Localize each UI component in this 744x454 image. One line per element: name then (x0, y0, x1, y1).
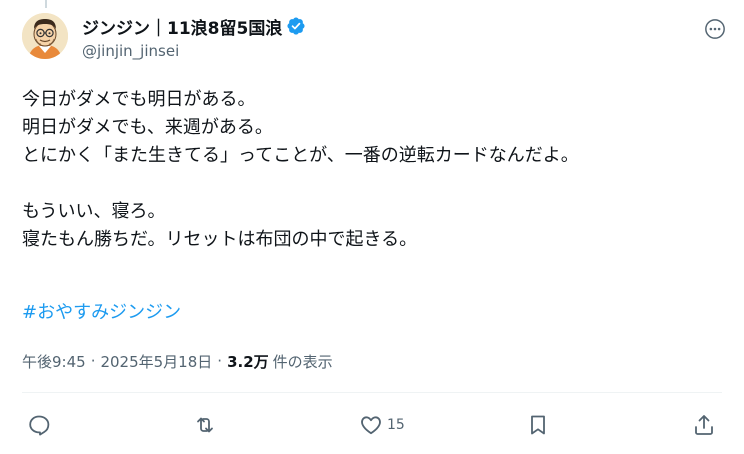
bookmark-icon (531, 415, 545, 435)
views-label[interactable]: 件の表示 (273, 351, 333, 372)
heart-icon (361, 416, 381, 435)
share-button[interactable] (692, 412, 716, 438)
more-options-button[interactable] (700, 14, 730, 44)
tweet-text-line: 寝たもん勝ちだ。リセットは布団の中で起きる。 (22, 229, 418, 250)
like-count: 15 (387, 417, 405, 433)
meta-separator: · (90, 352, 96, 370)
author-display-name[interactable]: ジンジン｜11浪8留5国浪 (82, 14, 282, 39)
cartoon-avatar-icon (22, 13, 68, 59)
author-handle[interactable]: @jinjin_jinsei (82, 42, 179, 60)
reply-button[interactable] (27, 412, 51, 438)
tweet-text-line: 今日がダメでも明日がある。 (22, 89, 256, 110)
tweet-text-line: もういい、寝ろ。 (22, 201, 166, 222)
author-name-row[interactable]: ジンジン｜11浪8留5国浪 (82, 14, 306, 39)
more-options-icon (705, 19, 725, 39)
views-count[interactable]: 3.2万 (227, 351, 269, 372)
tweet-text-line (22, 170, 722, 198)
tweet-text-line: 明日がダメでも、来週がある。 (22, 117, 273, 138)
tweet-card: ジンジン｜11浪8留5国浪 @jinjin_jinsei 今日がダメでも明日があ… (0, 0, 744, 454)
share-icon (695, 415, 713, 435)
tweet-metadata: 午後9:45 · 2025年5月18日 · 3.2万 件の表示 (22, 350, 333, 372)
divider (22, 392, 722, 393)
tweet-text-line: とにかく「また生きてる」ってことが、一番の逆転カードなんだよ。 (22, 145, 579, 166)
retweet-icon (197, 417, 213, 433)
avatar[interactable] (22, 13, 68, 59)
retweet-button[interactable] (193, 412, 217, 438)
hashtag-link[interactable]: #おやすみジンジン (22, 299, 181, 327)
bookmark-button[interactable] (526, 412, 550, 438)
like-button[interactable]: 15 (359, 412, 405, 438)
post-time[interactable]: 午後9:45 (22, 351, 86, 372)
tweet-text: 今日がダメでも明日がある。 明日がダメでも、来週がある。 とにかく「また生きてる… (22, 86, 722, 254)
meta-separator: · (217, 352, 223, 370)
reply-icon (29, 415, 50, 436)
post-date[interactable]: 2025年5月18日 (100, 351, 212, 372)
thread-connector-line (45, 0, 47, 8)
verified-badge-icon (286, 16, 306, 36)
